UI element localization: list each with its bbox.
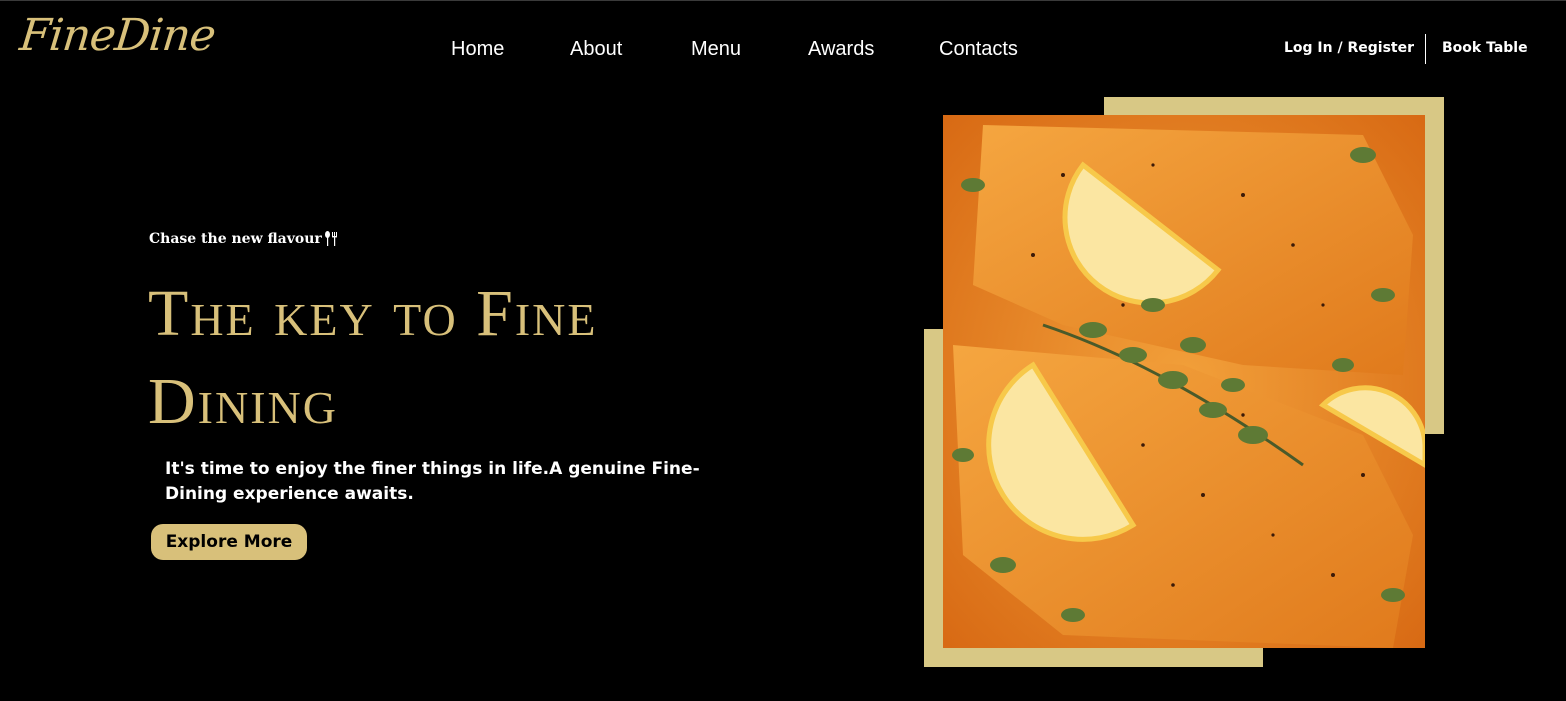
nav-link-about[interactable]: About [570,38,622,61]
tagline-text: Chase the new flavour [149,231,322,247]
nav-link-contacts[interactable]: Contacts [939,38,1018,61]
cutlery-icon [324,231,338,247]
header-divider [1425,34,1426,64]
book-table-link[interactable]: Book Table [1442,40,1528,56]
login-register-link[interactable]: Log In / Register [1284,40,1414,56]
top-border [0,0,1566,1]
hero-headline: The key to Fine Dining [148,277,598,438]
hero-description: It's time to enjoy the finer things in l… [165,459,700,504]
nav-link-home[interactable]: Home [451,38,504,61]
hero-tagline: Chase the new flavour [149,231,338,247]
nav-link-awards[interactable]: Awards [808,38,874,61]
hero-food-image [943,115,1425,648]
explore-more-button[interactable]: Explore More [151,524,307,560]
nav-link-menu[interactable]: Menu [691,38,741,61]
